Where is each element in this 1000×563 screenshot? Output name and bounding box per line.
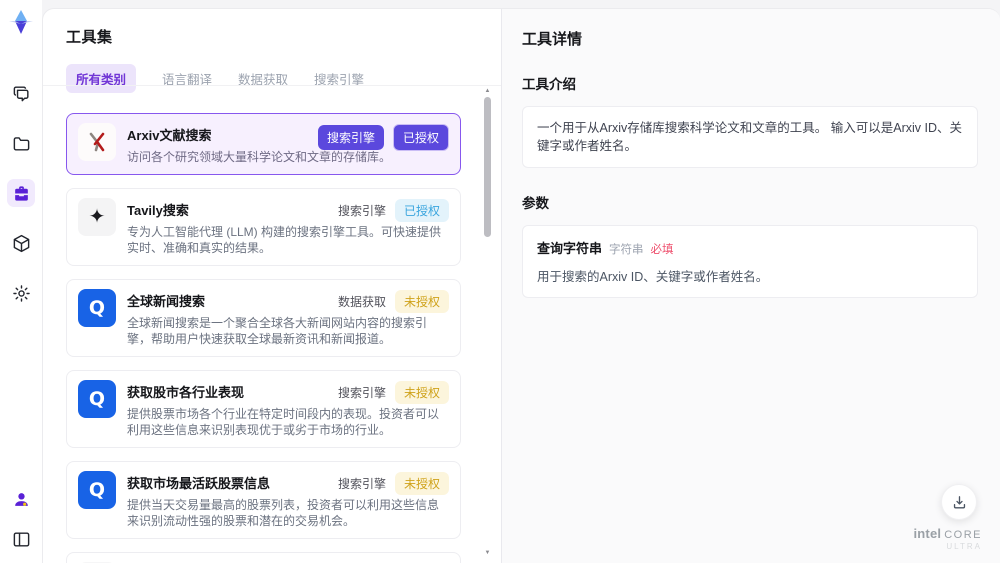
category-badge: 搜索引擎 [317, 125, 384, 150]
user-avatar-button[interactable] [7, 485, 35, 513]
category-badge: 搜索引擎 [337, 386, 386, 400]
auth-status-badge: 未授权 [394, 381, 449, 404]
main-panel: 工具集 所有类别 语言翻译 数据获取 搜索引擎 Arxiv文献搜索 访问各个研究… [42, 8, 1000, 563]
ultra-brand-text: ULTRA [946, 542, 982, 551]
tab-all-categories[interactable]: 所有类别 [66, 64, 137, 93]
core-brand-text: CORE [944, 529, 982, 541]
download-button[interactable] [941, 484, 977, 520]
active-stock-icon: Q [78, 471, 116, 509]
tool-card-stock-sectors[interactable]: Q 获取股市各行业表现 提供股票市场各个行业在特定时间段内的表现。投资者可以利用… [66, 370, 461, 448]
tool-card-active-stocks[interactable]: Q 获取市场最活跃股票信息 提供当天交易量最高的股票列表，投资者可以利用这些信息… [66, 461, 461, 539]
tool-card-tavily[interactable]: ✦ Tavily搜索 专为人工智能代理 (LLM) 构建的搜索引擎工具。可快速提… [66, 188, 461, 266]
toolbox-icon [14, 185, 28, 201]
sidebar-item-chat[interactable] [7, 79, 35, 107]
category-badge: 数据获取 [337, 295, 386, 309]
tool-card-regional-news[interactable]: 万维地区新闻查询 查询具体行政区划内的新闻，快速了解各地新闻动 搜索引擎 未授权 [66, 552, 461, 563]
tool-detail-panel: 工具详情 工具介绍 一个用于从Arxiv存储库搜索科学论文和文章的工具。 输入可… [501, 9, 1000, 563]
sidebar-item-settings[interactable] [7, 279, 35, 307]
intel-brand-text: intel [913, 526, 942, 541]
left-rail [0, 0, 42, 563]
user-avatar-icon [14, 492, 28, 506]
tool-card-global-news[interactable]: Q 全球新闻搜索 全球新闻搜索是一个聚合全球各大新闻网站内容的搜索引擎，帮助用户… [66, 279, 461, 357]
params-heading: 参数 [522, 196, 549, 211]
news-search-icon: Q [78, 289, 116, 327]
sidebar-item-tools[interactable] [7, 179, 35, 207]
tavily-star-icon: ✦ [78, 198, 116, 236]
intro-box: 一个用于从Arxiv存储库搜索科学论文和文章的工具。 输入可以是Arxiv ID… [522, 106, 978, 168]
tool-card-arxiv[interactable]: Arxiv文献搜索 访问各个研究领域大量科学论文和文章的存储库。 搜索引擎 已授… [66, 113, 461, 175]
scroll-down-icon[interactable]: ▼ [483, 549, 492, 557]
auth-status-badge: 未授权 [394, 472, 449, 495]
param-description: 用于搜索的Arxiv ID、关键字或作者姓名。 [537, 270, 769, 284]
scrollbar-thumb[interactable] [484, 97, 491, 237]
scroll-up-icon[interactable]: ▲ [483, 87, 492, 95]
category-badge: 搜索引擎 [337, 204, 386, 218]
stock-sector-icon: Q [78, 380, 116, 418]
intel-core-logo: intel CORE ULTRA [913, 527, 982, 551]
sidebar-item-files[interactable] [7, 129, 35, 157]
auth-status-badge: 已授权 [392, 124, 449, 151]
collapse-sidebar-button[interactable] [7, 525, 35, 553]
tool-description: 访问各个研究领域大量科学论文和文章的存储库。 [127, 150, 392, 164]
tool-card-list: Arxiv文献搜索 访问各个研究领域大量科学论文和文章的存储库。 搜索引擎 已授… [66, 113, 501, 563]
app-logo [9, 10, 33, 34]
tool-description: 提供当天交易量最高的股票列表，投资者可以利用这些信息来识别流动性强的股票和潜在的… [127, 498, 440, 528]
auth-status-badge: 未授权 [394, 290, 449, 313]
category-badge: 搜索引擎 [337, 477, 386, 491]
param-required-flag: 必填 [650, 244, 674, 256]
page-title: 工具集 [66, 29, 113, 46]
tool-description: 专为人工智能代理 (LLM) 构建的搜索引擎工具。可快速提供实时、准确和真实的结… [127, 225, 442, 255]
param-box: 查询字符串 字符串 必填 用于搜索的Arxiv ID、关键字或作者姓名。 [522, 225, 978, 298]
gear-icon [12, 284, 30, 302]
chat-icon [13, 85, 29, 101]
intro-heading: 工具介绍 [522, 77, 576, 92]
list-scrollbar[interactable]: ▲ ▼ [483, 87, 492, 557]
sidebar-item-models[interactable] [7, 229, 35, 257]
tool-description: 提供股票市场各个行业在特定时间段内的表现。投资者可以利用这些信息来识别表现优于或… [127, 407, 440, 437]
panel-layout-icon [13, 531, 29, 547]
detail-title: 工具详情 [522, 31, 583, 48]
param-type: 字符串 [609, 244, 644, 256]
download-icon [953, 495, 965, 508]
tabs-divider [43, 85, 501, 86]
cube-icon [13, 234, 29, 252]
arxiv-logo-icon [78, 123, 116, 161]
tool-description: 全球新闻搜索是一个聚合全球各大新闻网站内容的搜索引擎，帮助用户快速获取全球最新资… [127, 316, 428, 346]
tool-list-panel: 工具集 所有类别 语言翻译 数据获取 搜索引擎 Arxiv文献搜索 访问各个研究… [43, 9, 501, 563]
folder-icon [13, 136, 29, 151]
param-name: 查询字符串 [537, 241, 603, 256]
intro-text: 一个用于从Arxiv存储库搜索科学论文和文章的工具。 输入可以是Arxiv ID… [537, 121, 963, 153]
auth-status-badge: 已授权 [394, 199, 449, 222]
